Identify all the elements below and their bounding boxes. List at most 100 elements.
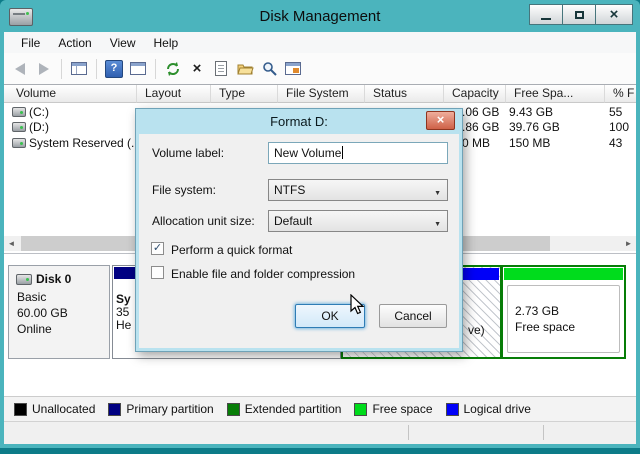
column-header-type[interactable]: Type — [211, 85, 278, 103]
volume-drive-icon — [12, 138, 26, 148]
forward-arrow-icon — [39, 62, 49, 75]
close-icon: × — [609, 6, 619, 23]
window-title: Disk Management — [259, 8, 381, 25]
disk-status: Online — [17, 322, 52, 336]
help-icon[interactable]: ? — [105, 59, 123, 78]
legend-label: Logical drive — [463, 402, 531, 416]
legend-swatch-logical — [445, 402, 459, 416]
format-dialog: Format D: × Volume label: New Volume Fil… — [135, 108, 463, 352]
file-system-value: NTFS — [274, 183, 306, 197]
menu-view[interactable]: View — [101, 36, 145, 50]
volume-capacity: 0 MB — [462, 136, 491, 150]
console-tree-icon[interactable] — [70, 60, 88, 78]
back-arrow-icon — [15, 62, 25, 75]
action-pane-icon[interactable] — [129, 60, 147, 78]
properties-icon[interactable] — [212, 60, 230, 78]
forward-icon[interactable] — [35, 60, 53, 78]
legend-item: Logical drive — [445, 402, 531, 416]
menu-help[interactable]: Help — [145, 36, 188, 50]
legend-item: Primary partition — [108, 402, 214, 416]
scroll-left-icon[interactable]: ◄ — [4, 236, 19, 251]
volume-name: (C:) — [29, 105, 49, 119]
free-space-label: Free space — [515, 320, 576, 334]
cancel-button[interactable]: Cancel — [379, 304, 447, 328]
volume-drive-icon — [12, 122, 26, 132]
toolbar-separator — [155, 58, 156, 79]
partition-text-fragment: Sy — [116, 292, 131, 306]
quick-format-checkbox[interactable]: ✓ — [151, 242, 164, 255]
toolbar-separator — [61, 58, 62, 79]
close-icon: × — [436, 112, 445, 127]
disk-type: Basic — [17, 290, 47, 304]
compression-label: Enable file and folder compression — [171, 267, 356, 281]
chevron-down-icon: ▼ — [434, 221, 441, 228]
open-folder-icon[interactable] — [236, 60, 254, 78]
partition-text-fragment: ve) — [468, 323, 485, 337]
volume-capacity: .06 GB — [462, 105, 500, 119]
volume-drive-icon — [12, 107, 26, 117]
back-icon[interactable] — [11, 60, 29, 78]
disk-size: 60.00 GB — [17, 306, 68, 320]
snap-in-icon[interactable] — [284, 60, 302, 78]
disk-icon — [16, 274, 32, 285]
minimize-icon — [541, 18, 551, 20]
menu-action[interactable]: Action — [49, 36, 100, 50]
close-button[interactable]: × — [595, 4, 633, 25]
menu-file[interactable]: File — [12, 36, 49, 50]
free-space-label-box: 2.73 GB Free space — [507, 285, 620, 353]
column-header-capacity[interactable]: Capacity — [444, 85, 506, 103]
maximize-button[interactable] — [562, 4, 596, 25]
volume-name: System Reserved (... — [29, 136, 142, 150]
search-icon[interactable] — [260, 60, 278, 78]
volume-percent-free: 55 — [609, 105, 623, 119]
volume-name: (D:) — [29, 120, 49, 134]
volume-free-space: 9.43 GB — [509, 105, 554, 119]
refresh-icon[interactable] — [164, 60, 182, 78]
compression-checkbox[interactable] — [151, 266, 164, 279]
column-header-filesystem[interactable]: File System — [278, 85, 365, 103]
column-header-volume[interactable]: Volume — [4, 85, 137, 103]
toolbar-separator — [96, 58, 97, 79]
dialog-body: Volume label: New Volume File system: NT… — [139, 134, 459, 348]
delete-icon[interactable]: × — [188, 60, 206, 78]
legend-label: Unallocated — [32, 402, 96, 416]
check-icon: ✓ — [152, 242, 163, 254]
disk0-header[interactable]: Disk 0 Basic 60.00 GB Online — [8, 265, 110, 359]
legend-swatch-extended — [226, 402, 240, 416]
volume-percent-free: 43 — [609, 136, 623, 150]
free-space-size: 2.73 GB — [515, 304, 560, 318]
file-system-label: File system: — [152, 183, 217, 197]
legend-item: Unallocated — [14, 402, 95, 416]
mouse-cursor — [350, 294, 365, 315]
allocation-unit-label: Allocation unit size: — [152, 214, 255, 228]
column-header-percent-free[interactable]: % F — [605, 85, 636, 103]
disk-name: Disk 0 — [36, 272, 72, 286]
toolbar: ? × — [4, 53, 636, 85]
volume-label-value: New Volume — [274, 146, 342, 160]
legend-label: Extended partition — [244, 402, 342, 416]
partition-text-fragment: 35 — [116, 305, 130, 319]
window-controls: × — [529, 4, 633, 25]
volume-label-input[interactable]: New Volume — [268, 142, 448, 164]
column-header-layout[interactable]: Layout — [137, 85, 211, 103]
dialog-close-button[interactable]: × — [426, 111, 455, 130]
legend-item: Extended partition — [226, 402, 342, 416]
legend-swatch-freespace — [354, 402, 368, 416]
partition-free-space[interactable]: 2.73 GB Free space — [503, 267, 624, 357]
status-divider — [543, 425, 544, 440]
column-header-status[interactable]: Status — [365, 85, 444, 103]
allocation-unit-select[interactable]: Default ▼ — [268, 210, 448, 232]
status-bar — [4, 421, 636, 444]
allocation-unit-value: Default — [274, 214, 313, 228]
text-caret — [342, 146, 344, 159]
minimize-button[interactable] — [529, 4, 563, 25]
scroll-right-icon[interactable]: ► — [621, 236, 636, 251]
legend-item: Free space — [354, 402, 433, 416]
titlebar[interactable]: Disk Management × — [0, 0, 640, 32]
file-system-select[interactable]: NTFS ▼ — [268, 179, 448, 201]
disk-drive-icon — [9, 8, 33, 26]
chevron-down-icon: ▼ — [434, 190, 441, 197]
column-header-freespace[interactable]: Free Spa... — [506, 85, 605, 103]
maximize-icon — [574, 10, 584, 19]
legend-bar: Unallocated Primary partition Extended p… — [4, 396, 636, 421]
